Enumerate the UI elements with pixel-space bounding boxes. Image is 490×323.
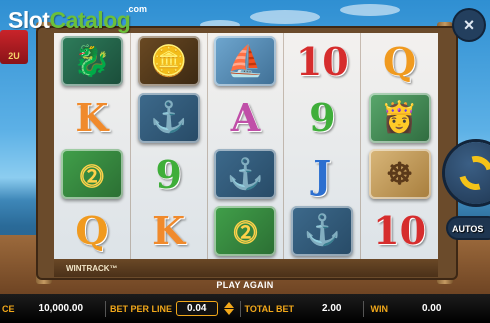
reel-cell: 👸 [361,90,438,147]
symbol-nine: 9 [309,95,336,141]
symbol-king: K [152,208,186,254]
reel-cell: A [208,89,285,146]
divider [239,300,241,317]
symbol-king: K [75,95,109,141]
total-bet-value: 2.00 [322,303,342,314]
symbol-anchor-icon: ⚓ [291,205,354,256]
symbol-anchor-icon: ⚓ [214,149,277,200]
close-icon: × [463,15,475,35]
reel-cell: ⛵ [208,33,285,90]
game-logo: 2U [0,30,28,64]
reel-cell: ⚓ [131,89,208,146]
total-bet-label: TOTAL BET [244,303,295,314]
reel-cell: ⓶ [54,146,131,203]
reel-cell: Q [361,33,438,90]
win-value: 0.00 [421,303,442,314]
reel-cell: 9 [284,89,362,146]
symbol-jack: J [313,151,332,197]
symbol-queen: Q [75,208,109,254]
symbol-lady-icon: 👸 [368,92,431,143]
reel-cell: ☸ [361,146,438,203]
reel-grid: 🐉 🪙 ⛵ 10 Q K ⚓ A 9 👸 ⓶ 9 ⚓ J ☸ Q K ⓶ ⚓ 10 [54,33,438,259]
bottom-bar: CE 10,000.00 BET PER LINE 0.04 TOTAL BET… [0,294,490,323]
symbol-ace: A [230,95,261,141]
balance-label: CE [2,303,15,314]
reel-cell: 10 [361,203,438,260]
reel-cell: 🪙 [131,33,208,90]
symbol-wild-2-icon: ⓶ [60,149,123,200]
symbol-queen: Q [383,38,417,84]
autospin-label: AUTOS [452,224,484,234]
bet-per-line-value: 0.04 [187,303,207,314]
bet-increase-icon[interactable] [223,302,234,308]
close-button[interactable]: × [454,10,484,40]
reel-cell: 10 [284,33,362,90]
win-label: WIN [370,303,388,314]
divider [363,300,365,317]
reel-cell: ⚓ [208,146,285,203]
symbol-ship-wheel-icon: ☸ [368,149,431,200]
reel-cell: ⓶ [208,202,285,259]
play-again-text[interactable]: PLAY AGAIN [0,280,490,290]
reel-cell: Q [54,202,131,259]
watermark-com: .com [126,4,148,14]
reel-cell: J [284,146,362,203]
spin-icon [452,149,490,197]
bet-stepper[interactable] [223,302,234,315]
bet-per-line-field[interactable]: 0.04 [176,301,218,316]
bet-decrease-icon[interactable] [223,309,234,315]
divider [105,300,107,317]
cloud [250,10,320,24]
balance-value: 10,000.00 [38,303,84,314]
reel-cell: 🐉 [54,33,131,90]
symbol-nine: 9 [155,151,182,197]
reel-cell: K [131,202,208,259]
symbol-wild-2-icon: ⓶ [214,205,277,256]
symbol-ten: 10 [373,208,427,254]
reel-cell: K [54,89,131,146]
reel-cell: 9 [131,146,208,203]
symbol-treasure-chest-icon: 🪙 [137,36,200,87]
symbol-junk-ship-icon: ⛵ [214,36,277,87]
bet-per-line-label: BET PER LINE [110,303,173,314]
symbol-anchor-icon: ⚓ [137,92,200,143]
wintrack-label: WINTRACK™ [54,259,438,277]
symbol-dragon-icon: 🐉 [60,36,123,87]
cloud [340,4,400,16]
symbol-ten: 10 [295,38,349,84]
reel-cell: ⚓ [284,202,362,259]
